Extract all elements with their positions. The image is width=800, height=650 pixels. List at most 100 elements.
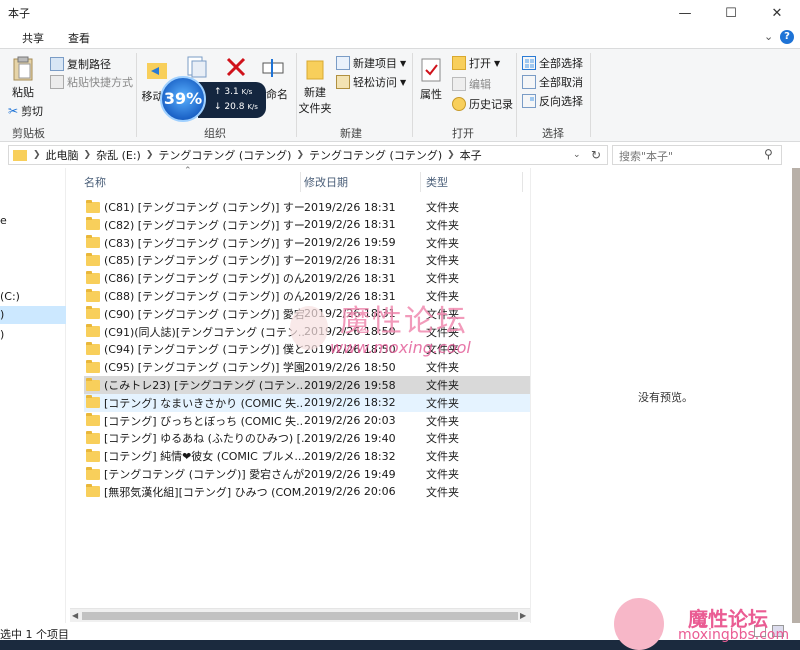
breadcrumb-current[interactable]: 本子 xyxy=(460,147,482,163)
history-button[interactable]: 历史记录 xyxy=(452,96,513,112)
search-icon[interactable]: ⚲ xyxy=(764,147,773,161)
breadcrumb-this-pc[interactable]: 此电脑 xyxy=(46,147,79,163)
usage-percent: 39% xyxy=(160,76,206,122)
open-button[interactable]: 打开 ▼ xyxy=(452,55,500,71)
breadcrumb-folder-2[interactable]: テングコテング (コテング) xyxy=(309,147,442,163)
column-date[interactable]: 修改日期 xyxy=(304,174,348,190)
breadcrumb-folder-1[interactable]: テングコテング (コテング) xyxy=(158,147,291,163)
table-row[interactable]: [テングコテング (コテング)] 愛宕さんが... 2019/2/26 19:49… xyxy=(84,465,530,483)
nav-item-drive-c[interactable]: (C:) xyxy=(0,288,66,306)
group-new: 新建 xyxy=(340,127,362,140)
file-date: 2019/2/26 19:49 xyxy=(304,467,396,481)
file-type: 文件夹 xyxy=(426,396,459,410)
ribbon-separator xyxy=(590,53,591,137)
new-folder-label-2: 文件夹 xyxy=(298,102,332,115)
table-row[interactable]: (C82) [テングコテング (コテング)] すー... 2019/2/26 18… xyxy=(84,216,530,234)
network-speed-widget[interactable]: ↑ 3.1 K/s ↓ 20.8 K/s 39% xyxy=(160,76,268,122)
minimize-icon[interactable]: — xyxy=(662,0,708,26)
file-type: 文件夹 xyxy=(426,468,459,481)
file-type: 文件夹 xyxy=(426,272,459,286)
nav-item[interactable]: ) xyxy=(0,326,66,344)
paste-button[interactable]: 粘贴 xyxy=(8,55,38,100)
table-row[interactable]: (C81) [テングコテング (コテング)] すー... 2019/2/26 18… xyxy=(84,198,530,216)
invert-selection-button[interactable]: 反向选择 xyxy=(522,93,583,109)
column-divider[interactable] xyxy=(522,172,523,192)
column-divider[interactable] xyxy=(300,172,301,192)
breadcrumb-drive[interactable]: 杂乱 (E:) xyxy=(96,147,141,163)
table-row[interactable]: [コテング] びっちとぼっち (COMIC 失... 2019/2/26 20:0… xyxy=(84,412,530,430)
file-name: [テングコテング (コテング)] 愛宕さんが... xyxy=(104,468,304,481)
folder-icon xyxy=(86,270,100,284)
close-icon[interactable]: ✕ xyxy=(754,0,800,26)
edit-button[interactable]: 编辑 xyxy=(452,76,491,92)
folder-icon xyxy=(86,359,100,373)
refresh-icon[interactable]: ↻ xyxy=(591,148,601,162)
table-row[interactable]: (C86) [テングコテング (コテング)] のん... 2019/2/26 18… xyxy=(84,269,530,287)
folder-icon xyxy=(13,149,27,161)
table-row[interactable]: [コテング] なまいきさかり (COMIC 失... 2019/2/26 18:3… xyxy=(84,393,530,412)
table-row[interactable]: (こみトレ23) [テングコテング (コテン... 2019/2/26 19:58… xyxy=(84,376,530,394)
easy-access-button[interactable]: 轻松访问 ▼ xyxy=(336,74,406,90)
column-divider[interactable] xyxy=(420,172,421,192)
table-row[interactable]: (C83) [テングコテング (コテング)] すー... 2019/2/26 19… xyxy=(84,234,530,252)
scrollbar-thumb[interactable] xyxy=(82,612,518,620)
scroll-left-icon[interactable]: ◀ xyxy=(72,611,78,620)
table-row[interactable]: (C85) [テングコテング (コテング)] すー... 2019/2/26 18… xyxy=(84,251,530,269)
file-date: 2019/2/26 18:31 xyxy=(304,200,396,214)
folder-icon xyxy=(86,252,100,266)
select-all-button[interactable]: 全部选择 xyxy=(522,55,583,71)
group-open: 打开 xyxy=(452,127,474,140)
table-row[interactable]: (C95) [テングコテング (コテング)] 学園... 2019/2/26 18… xyxy=(84,358,530,376)
table-row[interactable]: [コテング] ゆるあね (ふたりのひみつ) [... 2019/2/26 19:4… xyxy=(84,429,530,447)
paste-shortcut-button[interactable]: 粘贴快捷方式 xyxy=(50,74,133,90)
table-row[interactable]: [無邪気漢化組][コテング] ひみつ (COM... 2019/2/26 20:0… xyxy=(84,483,530,501)
ribbon-separator xyxy=(136,53,137,137)
new-item-label: 新建项目 xyxy=(353,57,397,70)
address-bar[interactable]: ❯ 此电脑 ❯ 杂乱 (E:) ❯ テングコテング (コテング) ❯ テングコテ… xyxy=(8,145,608,165)
folder-icon xyxy=(86,235,100,249)
file-name: [コテング] なまいきさかり (COMIC 失... xyxy=(104,396,304,410)
horizontal-scrollbar[interactable]: ◀ ▶ xyxy=(70,608,530,622)
properties-button[interactable]: 属性 xyxy=(416,57,446,102)
help-icon[interactable]: ? xyxy=(780,30,794,44)
copy-path-label: 复制路径 xyxy=(67,58,111,71)
search-input[interactable]: 搜索"本子" xyxy=(612,145,782,165)
group-select: 选择 xyxy=(542,127,564,140)
new-item-button[interactable]: 新建项目 ▼ xyxy=(336,55,406,71)
file-name: [コテング] 純情❤彼女 (COMIC プルメ... xyxy=(104,450,304,464)
folder-icon xyxy=(86,395,100,409)
corner-watermark-url: moxingbbs.com xyxy=(678,627,790,643)
chevron-down-icon[interactable]: ⌄ xyxy=(573,150,581,160)
table-row[interactable]: [コテング] 純情❤彼女 (COMIC プルメ... 2019/2/26 18:3… xyxy=(84,447,530,465)
tab-share[interactable]: 共享 xyxy=(22,30,44,46)
invert-selection-label: 反向选择 xyxy=(539,95,583,108)
scroll-right-icon[interactable]: ▶ xyxy=(520,611,526,620)
nav-item[interactable]: e xyxy=(0,212,66,230)
file-name: [コテング] ゆるあね (ふたりのひみつ) [... xyxy=(104,432,304,446)
copy-path-button[interactable]: 复制路径 xyxy=(50,56,111,72)
download-unit: K/s xyxy=(247,103,258,111)
file-type: 文件夹 xyxy=(426,485,459,499)
speed-panel: ↑ 3.1 K/s ↓ 20.8 K/s xyxy=(198,82,266,118)
new-folder-button[interactable]: 新建 文件夹 xyxy=(298,57,332,116)
file-name: [無邪気漢化組][コテング] ひみつ (COM... xyxy=(104,485,304,499)
select-none-button[interactable]: 全部取消 xyxy=(522,74,583,90)
column-type[interactable]: 类型 xyxy=(426,174,448,190)
history-icon xyxy=(452,97,466,111)
cut-button[interactable]: ✂ 剪切 xyxy=(8,103,43,119)
file-name: (C82) [テングコテング (コテング)] すー... xyxy=(104,218,304,232)
maximize-icon[interactable]: ☐ xyxy=(708,0,754,26)
file-type: 文件夹 xyxy=(426,361,459,375)
file-date: 2019/2/26 18:31 xyxy=(304,253,396,267)
collapse-ribbon-icon[interactable]: ⌄ xyxy=(764,30,773,43)
ribbon: 粘贴 复制路径 粘贴快捷方式 ✂剪切 剪贴板 移动到 命名 组织 新建 文件夹 xyxy=(0,48,800,142)
new-item-icon xyxy=(336,56,350,70)
tab-view[interactable]: 查看 xyxy=(68,30,90,46)
cut-label: 剪切 xyxy=(21,105,44,118)
chevron-right-icon: ❯ xyxy=(447,150,455,160)
scissors-icon: ✂ xyxy=(8,104,19,118)
folder-icon xyxy=(86,288,100,302)
column-name[interactable]: 名称 xyxy=(84,174,106,190)
nav-item-selected[interactable]: ) xyxy=(0,306,66,324)
file-name: (C94) [テングコテング (コテング)] 僕と... xyxy=(104,343,304,357)
